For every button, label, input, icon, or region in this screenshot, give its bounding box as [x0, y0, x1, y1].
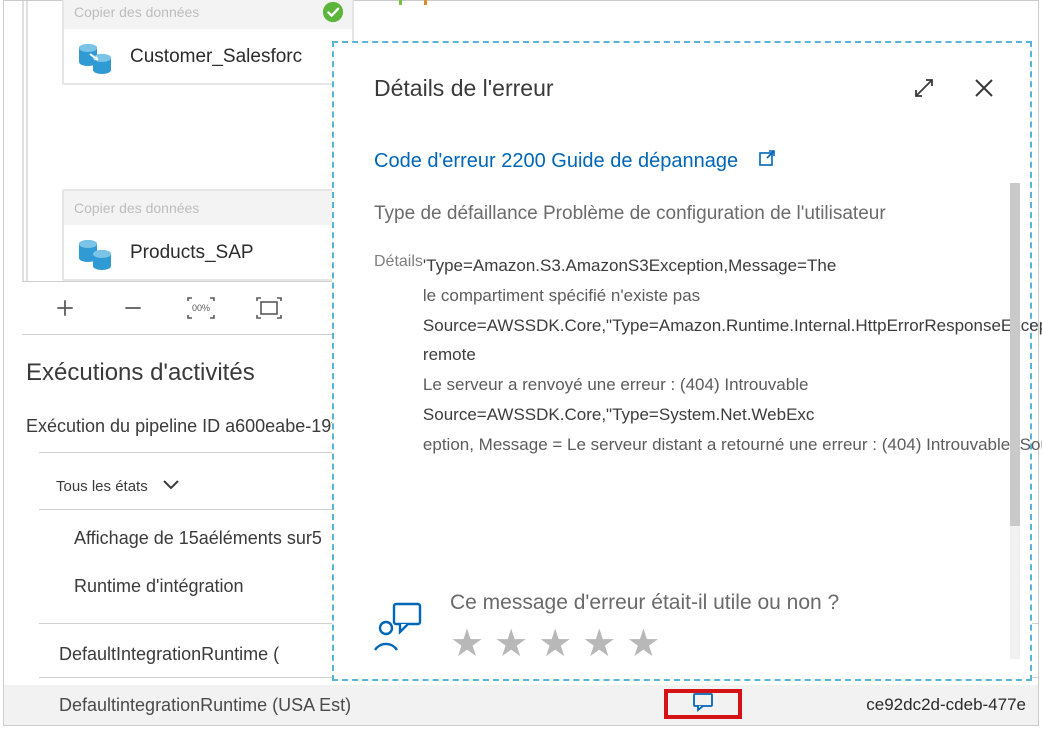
pipeline-run-id: Exécution du pipeline ID a600eabe-19fl	[26, 416, 340, 437]
details-line: Source=AWSSDK.Core,"Type=Amazon.Runtime.…	[423, 316, 1042, 365]
scrollbar[interactable]	[1010, 183, 1020, 659]
chevron-down-icon	[162, 478, 180, 495]
activity-name: Customer_Salesforc	[130, 46, 302, 68]
activity-name: Products_SAP	[130, 242, 254, 264]
details-label: Détails	[374, 251, 423, 459]
details-line: Le serveur a renvoyé une erreur : (404) …	[423, 375, 809, 394]
details-line: Source=AWSSDK.Core,"Type=System.Net.WebE…	[423, 405, 815, 424]
close-icon[interactable]	[968, 72, 1000, 104]
success-icon	[322, 1, 344, 23]
details-section: Détails 'Type=Amazon.S3.AmazonS3Exceptio…	[374, 251, 984, 459]
error-details-panel: Détails de l'erreur Code d'erreur 2200 G…	[332, 41, 1032, 681]
activity-runs-heading: Exécutions d'activités	[26, 359, 255, 387]
star-2[interactable]: ★	[494, 625, 528, 663]
person-feedback-icon	[370, 598, 424, 657]
details-line: 'Type=Amazon.S3.AmazonS3Exception,Messag…	[423, 256, 836, 275]
table-row[interactable]: DefaultintegrationRuntime (USA Est) ce92…	[4, 685, 1038, 725]
failure-type: Type de défaillance Problème de configur…	[374, 203, 984, 225]
star-4[interactable]: ★	[582, 625, 616, 663]
scrollbar-thumb[interactable]	[1010, 183, 1020, 526]
error-panel-header: Détails de l'erreur	[334, 43, 1030, 133]
run-id-cell: ce92dc2d-cdeb-477e	[866, 695, 1026, 715]
states-dropdown-label: Tous les états	[56, 478, 148, 495]
connector-accent	[399, 0, 427, 5]
divider	[39, 509, 369, 510]
app-frame: Copier des données Customer_Salesforc	[3, 0, 1039, 726]
error-code-link[interactable]: Code d'erreur 2200 Guide de dépannage	[374, 149, 984, 173]
error-panel-body: Code d'erreur 2200 Guide de dépannage Ty…	[334, 133, 1030, 459]
feedback-section: Ce message d'erreur était-il utile ou no…	[370, 591, 839, 663]
zoom-fit-button[interactable]: 00%	[186, 293, 216, 323]
details-line: le compartiment spécifié n'existe pas	[423, 286, 700, 305]
activity-card-products[interactable]: Copier des données Products_SAP	[62, 189, 354, 281]
database-icon	[74, 231, 118, 275]
error-code-text: Code d'erreur 2200 Guide de dépannage	[374, 150, 738, 173]
activity-card-customer[interactable]: Copier des données Customer_Salesforc	[62, 0, 354, 85]
star-rating: ★ ★ ★ ★ ★	[450, 625, 839, 663]
zoom-toolbar: 00%	[22, 281, 372, 335]
feedback-icon[interactable]	[692, 692, 714, 717]
feedback-highlight	[664, 689, 742, 719]
states-dropdown[interactable]: Tous les états	[56, 478, 180, 495]
activity-card-body: Products_SAP	[64, 225, 352, 281]
activity-type-label: Copier des données	[74, 200, 199, 216]
showing-count: Affichage de 15aéléments sur5	[74, 528, 322, 549]
runtime-cell: DefaultintegrationRuntime (USA Est)	[59, 695, 351, 716]
feedback-prompt: Ce message d'erreur était-il utile ou no…	[450, 591, 839, 615]
star-1[interactable]: ★	[450, 625, 484, 663]
details-line: eption, Message = Le serveur distant a r…	[423, 435, 1042, 454]
table-row[interactable]: DefaultIntegrationRuntime (	[59, 644, 279, 665]
zoom-out-button[interactable]	[118, 293, 148, 323]
expand-icon[interactable]	[908, 72, 940, 104]
error-panel-title: Détails de l'erreur	[374, 75, 880, 102]
fullscreen-button[interactable]	[254, 293, 284, 323]
details-text: 'Type=Amazon.S3.AmazonS3Exception,Messag…	[423, 251, 1042, 459]
activity-type-label: Copier des données	[74, 4, 199, 20]
external-link-icon	[758, 149, 776, 173]
vertical-rail	[22, 1, 28, 281]
database-icon	[74, 35, 118, 79]
divider	[39, 452, 369, 453]
star-5[interactable]: ★	[626, 625, 660, 663]
feedback-content: Ce message d'erreur était-il utile ou no…	[450, 591, 839, 663]
star-3[interactable]: ★	[538, 625, 572, 663]
runtime-column-label: Runtime d'intégration	[74, 576, 244, 597]
activity-card-header: Copier des données	[64, 0, 352, 29]
zoom-in-button[interactable]	[50, 293, 80, 323]
activity-card-header: Copier des données	[64, 191, 352, 225]
activity-card-body: Customer_Salesforc	[64, 29, 352, 85]
